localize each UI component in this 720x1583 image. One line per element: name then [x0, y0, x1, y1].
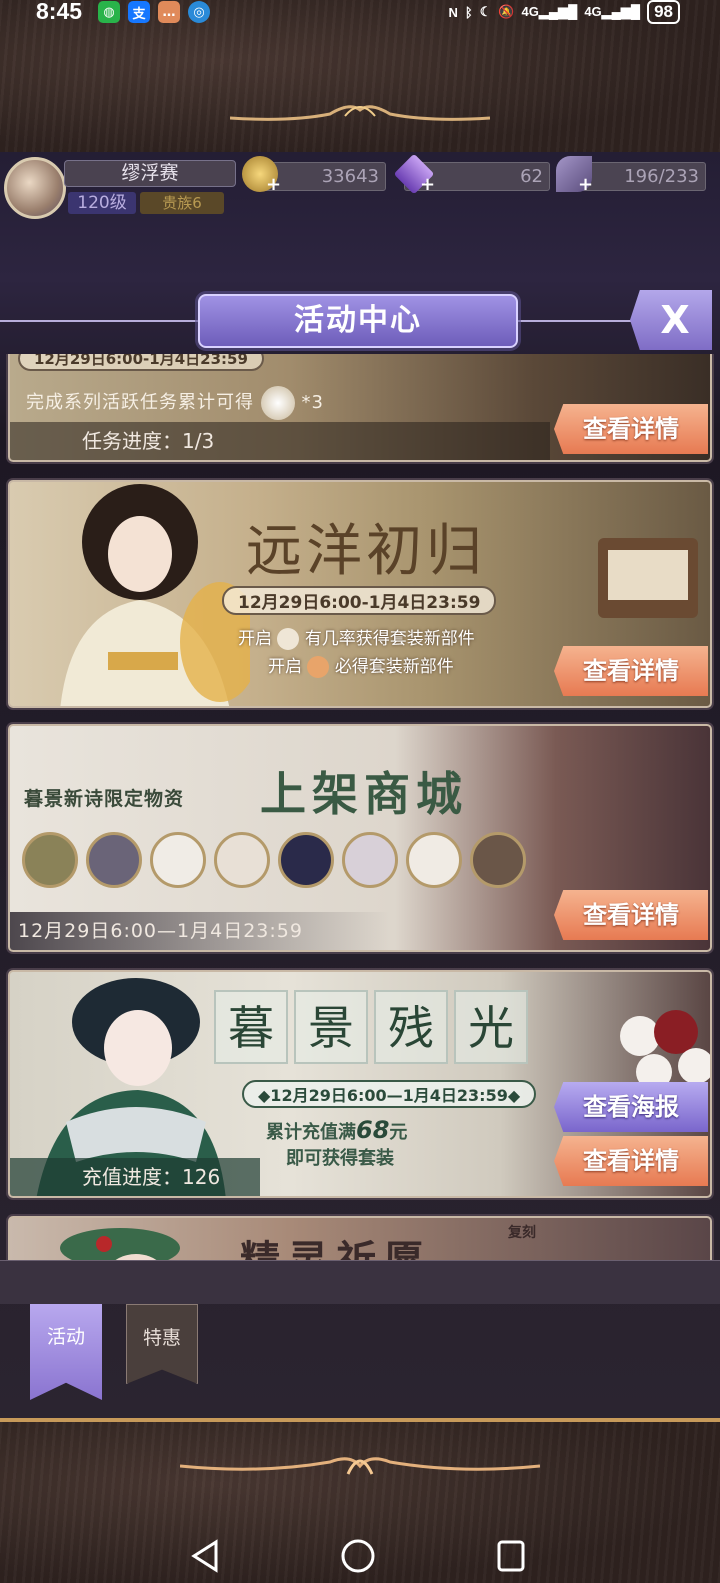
- character-illustration: [60, 1228, 180, 1260]
- title-divider-left: [0, 320, 198, 322]
- add-stamina-plus-icon[interactable]: +: [578, 174, 593, 195]
- view-poster-button[interactable]: 查看海报: [554, 1082, 708, 1132]
- top-ornament: [230, 105, 490, 121]
- status-bar: 8:45 ◍ 支 … ◎ N ᛒ ☾ 🔕 4G▂▄▆█ 4G▂▄▆█ 98: [0, 0, 720, 26]
- title-char: 残: [374, 990, 448, 1064]
- tab-special-offers[interactable]: 特惠: [126, 1304, 198, 1384]
- bottom-ornament: [180, 1457, 540, 1475]
- task-description: 完成系列活跃任务累计可得 *3: [26, 386, 324, 420]
- event-title: 远洋初归: [246, 519, 486, 584]
- recharge-reward: 即可获得套装: [286, 1148, 394, 1169]
- shop-subtitle: 暮景新诗限定物资: [24, 788, 185, 810]
- view-detail-button[interactable]: 查看详情: [554, 890, 708, 940]
- list-bottom-border: [0, 1260, 720, 1304]
- view-detail-button[interactable]: 查看详情: [554, 1136, 708, 1186]
- view-detail-button[interactable]: 查看详情: [554, 646, 708, 696]
- shop-item-thumb[interactable]: [86, 832, 142, 888]
- card-date: 12月29日6:00—1月4日23:59: [10, 912, 390, 950]
- signal-icon-1: 4G▂▄▆█: [521, 4, 578, 19]
- bluetooth-icon: ᛒ: [464, 4, 473, 20]
- shop-item-thumb[interactable]: [150, 832, 206, 888]
- add-diamond-plus-icon[interactable]: +: [420, 174, 435, 195]
- activity-card-tasks[interactable]: 12月29日6:00-1月4日23:59 完成系列活跃任务累计可得 *3 任务进…: [8, 354, 712, 462]
- shell-icon: [307, 656, 330, 678]
- wechat-icon: ◍: [98, 1, 120, 23]
- event-info-line1: 开启 有几率获得套装新部件: [238, 628, 475, 650]
- player-level: 120级: [68, 192, 136, 214]
- task-progress: 任务进度：1/3: [10, 422, 550, 460]
- shop-item-thumb[interactable]: [22, 832, 78, 888]
- moon-icon: ☾: [479, 4, 492, 19]
- chat-bubble-icon: …: [158, 1, 180, 23]
- view-detail-button[interactable]: 查看详情: [554, 404, 708, 454]
- pearl-icon: [277, 628, 300, 650]
- shop-item-thumb[interactable]: [406, 832, 462, 888]
- clock: 8:45: [36, 0, 83, 24]
- recents-icon[interactable]: [496, 1538, 526, 1574]
- reward-icon: [260, 386, 295, 420]
- shop-title: 上架商城: [260, 767, 468, 821]
- activity-card-voyage[interactable]: 远洋初归 12月29日6:00-1月4日23:59 开启 有几率获得套装新部件 …: [8, 480, 712, 708]
- shop-items: [22, 832, 526, 888]
- tab-activities[interactable]: 活动: [30, 1304, 102, 1400]
- add-gold-plus-icon[interactable]: +: [266, 174, 281, 195]
- vip-badge[interactable]: 贵族6: [140, 192, 224, 214]
- title-char: 景: [294, 990, 368, 1064]
- event-title: 精灵祈愿: [240, 1228, 432, 1260]
- card-date: ◆12月29日6:00—1月4日23:59◆: [242, 1080, 537, 1108]
- rerun-tag: 复刻: [508, 1225, 536, 1241]
- home-icon[interactable]: [340, 1538, 376, 1574]
- character-illustration: [60, 484, 250, 706]
- treasure-chest-icon: [598, 538, 698, 618]
- game-area: 缪浮赛 120级 贵族6 33643 + 62 + 196/233 + 活动中心…: [0, 152, 720, 1418]
- alipay-icon: 支: [128, 1, 150, 23]
- close-button[interactable]: X: [630, 290, 712, 350]
- shop-item-thumb[interactable]: [214, 832, 270, 888]
- shop-item-thumb[interactable]: [278, 832, 334, 888]
- recharge-progress: 充值进度：126: [10, 1158, 260, 1196]
- card-date: 12月29日6:00-1月4日23:59: [18, 354, 264, 371]
- page-title: 活动中心: [198, 294, 518, 348]
- recharge-requirement: 累计充值满68元: [266, 1116, 408, 1144]
- shop-item-thumb[interactable]: [342, 832, 398, 888]
- event-info-line2: 开启 必得套装新部件: [268, 656, 454, 678]
- activity-card-wish[interactable]: 精灵祈愿 复刻: [8, 1216, 712, 1260]
- nfc-icon: N: [448, 4, 458, 20]
- signal-icon-2: 4G▂▄▆█: [584, 4, 641, 19]
- avatar[interactable]: [4, 157, 66, 219]
- player-name: 缪浮赛: [64, 160, 236, 187]
- battery-icon: 98: [647, 0, 680, 24]
- back-icon[interactable]: [190, 1538, 220, 1574]
- activity-card-shop[interactable]: 暮景新诗限定物资 上架商城 12月29日6:00—1月4日23:59 查看详情: [8, 724, 712, 952]
- player-profile: 缪浮赛 120级 贵族6 33643 + 62 + 196/233 +: [0, 152, 720, 222]
- browser-icon: ◎: [188, 1, 210, 23]
- frame-divider: [0, 1418, 720, 1422]
- system-nav-bar: [0, 1530, 720, 1583]
- card-date: 12月29日6:00-1月4日23:59: [222, 586, 497, 615]
- activity-card-recharge[interactable]: 暮 景 残 光 ◆12月29日6:00—1月4日23:59◆ 累计充值满68元 …: [8, 970, 712, 1198]
- title-char: 暮: [214, 990, 288, 1064]
- activity-list[interactable]: 12月29日6:00-1月4日23:59 完成系列活跃任务累计可得 *3 任务进…: [0, 354, 720, 1260]
- title-char: 光: [454, 990, 528, 1064]
- event-title: 暮 景 残 光: [214, 990, 528, 1064]
- mute-icon: 🔕: [498, 4, 515, 19]
- shop-item-thumb[interactable]: [470, 832, 526, 888]
- title-divider-right: [518, 320, 632, 322]
